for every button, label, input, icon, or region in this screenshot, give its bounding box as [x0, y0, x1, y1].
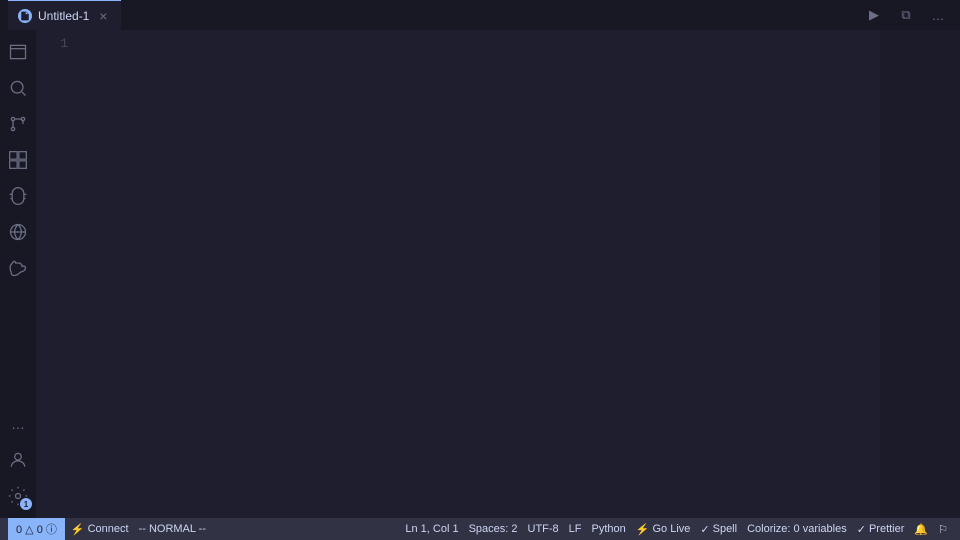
more-actions-button[interactable]: … [924, 4, 952, 26]
status-spaces[interactable]: Spaces: 2 [465, 518, 522, 540]
status-left: 0 △ 0 ⓘ ⚡ Connect -- NORMAL -- [8, 518, 210, 540]
notification-icon: ⚐ [938, 523, 948, 536]
git-status: 0 △ 0 ⓘ [16, 521, 57, 537]
line-number-1: 1 [36, 34, 68, 54]
editor-content: 1 [36, 30, 960, 518]
editor-area: 1 [36, 30, 960, 518]
position-text: Ln 1, Col 1 [405, 523, 458, 535]
activity-debug[interactable] [0, 178, 36, 214]
spell-check-icon: ✓ [700, 523, 709, 536]
vim-mode-text: -- NORMAL -- [139, 523, 206, 535]
spell-text: Spell [713, 523, 737, 535]
connect-label: ⚡ [71, 523, 85, 536]
tab-close-button[interactable]: × [95, 8, 111, 24]
minimap [880, 30, 960, 518]
status-colorize[interactable]: Colorize: 0 variables [743, 518, 851, 540]
activity-bar: … 1 [0, 30, 36, 518]
status-go-live[interactable]: ⚡ Go Live [632, 518, 695, 540]
encoding-text: UTF-8 [528, 523, 559, 535]
status-bell[interactable]: 🔔 [910, 518, 932, 540]
status-spell[interactable]: ✓ Spell [696, 518, 741, 540]
status-right: Ln 1, Col 1 Spaces: 2 UTF-8 LF Python ⚡ … [401, 518, 952, 540]
main-layout: … 1 1 [0, 30, 960, 518]
title-bar: Untitled-1 × ▶ ⧉ … [0, 0, 960, 30]
activity-settings[interactable]: 1 [0, 478, 36, 514]
tab-label: Untitled-1 [38, 9, 89, 23]
colorize-text: Colorize: 0 variables [747, 523, 847, 535]
split-editor-button[interactable]: ⧉ [892, 4, 920, 26]
activity-docker[interactable] [0, 250, 36, 286]
prettier-text: Prettier [869, 523, 904, 535]
activity-accounts[interactable] [0, 442, 36, 478]
editor-tab[interactable]: Untitled-1 × [8, 0, 121, 30]
status-bar: 0 △ 0 ⓘ ⚡ Connect -- NORMAL -- Ln 1, Col… [0, 518, 960, 540]
run-button[interactable]: ▶ [860, 4, 888, 26]
activity-search[interactable] [0, 70, 36, 106]
status-eol[interactable]: LF [565, 518, 586, 540]
go-live-text: Go Live [652, 523, 690, 535]
title-bar-actions: ▶ ⧉ … [860, 4, 952, 26]
bell-icon: 🔔 [914, 523, 928, 536]
status-git[interactable]: 0 △ 0 ⓘ [8, 518, 65, 540]
language-text: Python [592, 523, 626, 535]
editor-code[interactable] [76, 30, 880, 518]
connect-text: Connect [88, 523, 129, 535]
prettier-check-icon: ✓ [857, 523, 866, 536]
status-vim-mode[interactable]: -- NORMAL -- [135, 518, 210, 540]
settings-badge: 1 [20, 498, 32, 510]
activity-source-control[interactable] [0, 106, 36, 142]
line-numbers: 1 [36, 30, 76, 518]
go-live-icon: ⚡ [636, 523, 650, 536]
eol-text: LF [569, 523, 582, 535]
tab-file-icon [18, 9, 32, 23]
status-connect[interactable]: ⚡ Connect [67, 518, 133, 540]
status-encoding[interactable]: UTF-8 [524, 518, 563, 540]
activity-remote[interactable] [0, 214, 36, 250]
spaces-text: Spaces: 2 [469, 523, 518, 535]
activity-more[interactable]: … [0, 406, 36, 442]
activity-extensions[interactable] [0, 142, 36, 178]
status-prettier[interactable]: ✓ Prettier [853, 518, 909, 540]
status-notifications[interactable]: ⚐ [934, 518, 952, 540]
status-position[interactable]: Ln 1, Col 1 [401, 518, 462, 540]
status-language[interactable]: Python [588, 518, 630, 540]
activity-explorer[interactable] [0, 34, 36, 70]
